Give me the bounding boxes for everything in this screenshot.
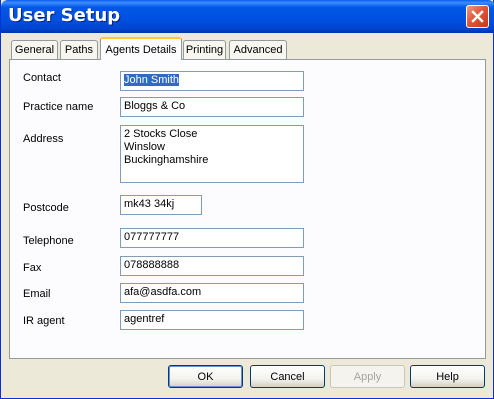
cancel-button[interactable]: Cancel: [250, 365, 325, 388]
close-icon: [471, 10, 484, 23]
tab-general[interactable]: General: [11, 40, 58, 59]
tab-printing[interactable]: Printing: [183, 40, 226, 59]
title-bar[interactable]: User Setup: [1, 0, 494, 33]
agents-details-panel: [9, 59, 486, 359]
apply-button[interactable]: Apply: [330, 365, 405, 388]
tab-paths[interactable]: Paths: [60, 40, 98, 59]
tab-advanced[interactable]: Advanced: [229, 40, 287, 59]
close-button[interactable]: [466, 5, 489, 28]
ok-button[interactable]: OK: [168, 365, 243, 388]
window-title: User Setup: [8, 5, 121, 26]
help-button[interactable]: Help: [410, 365, 485, 388]
user-setup-window: User Setup General Paths Agents Details …: [0, 0, 494, 399]
tab-agents-details[interactable]: Agents Details: [100, 37, 182, 60]
